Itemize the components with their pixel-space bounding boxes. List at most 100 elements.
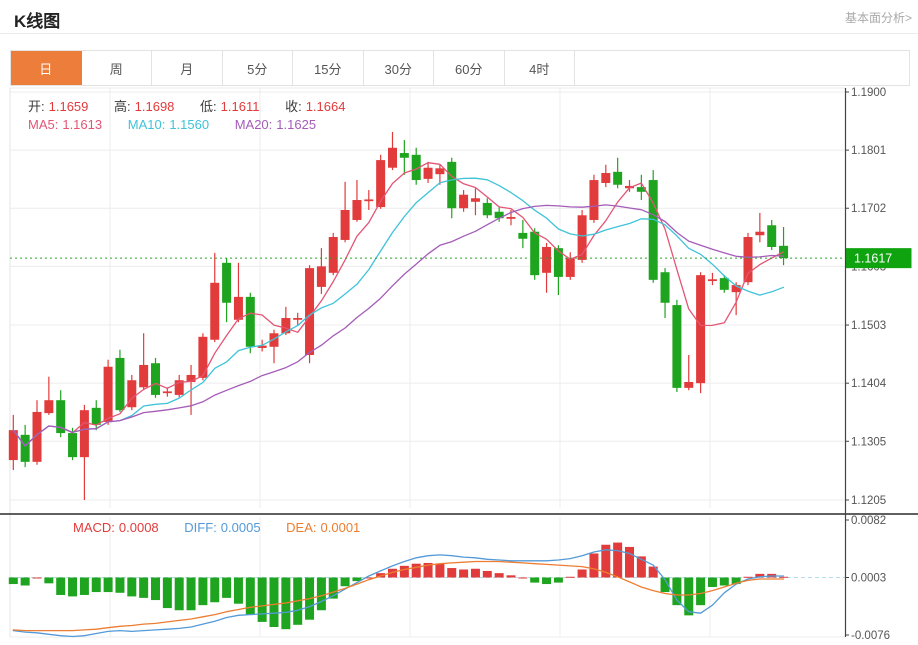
macd-bar xyxy=(412,564,421,578)
macd-bar xyxy=(459,569,468,577)
tab-周[interactable]: 周 xyxy=(82,51,153,85)
macd-bar xyxy=(625,547,634,578)
candle xyxy=(483,198,492,218)
macd-bar xyxy=(317,578,326,611)
candle-body xyxy=(447,162,456,208)
candle xyxy=(364,190,373,210)
ma5-label: MA5: xyxy=(28,117,58,132)
candle-body xyxy=(104,367,113,422)
candle xyxy=(672,300,681,392)
tab-30分[interactable]: 30分 xyxy=(364,51,435,85)
candle-body xyxy=(518,233,527,239)
candle xyxy=(613,158,622,189)
page-title: K线图 xyxy=(14,7,60,32)
candle-body xyxy=(329,237,338,273)
candle xyxy=(329,233,338,275)
candle-body xyxy=(139,365,148,387)
candle xyxy=(589,175,598,223)
tab-日[interactable]: 日 xyxy=(11,51,82,85)
candle xyxy=(341,182,350,242)
ma-legend: MA5:1.1613 MA10:1.1560 MA20:1.1625 xyxy=(28,117,320,132)
candle-body xyxy=(672,305,681,388)
candle-body xyxy=(234,297,243,320)
fundamental-analysis-link[interactable]: 基本面分析> xyxy=(845,9,912,26)
ma10-value: 1.1560 xyxy=(169,117,209,132)
tab-4时[interactable]: 4时 xyxy=(505,51,576,85)
macd-bar xyxy=(554,578,563,583)
candle xyxy=(151,358,160,398)
candle-body xyxy=(317,266,326,287)
macd-bar xyxy=(258,578,267,622)
dea-value: 0.0001 xyxy=(321,520,361,535)
ma5-value: 1.1613 xyxy=(62,117,102,132)
interval-tabbar: 日周月5分15分30分60分4时 xyxy=(10,50,910,86)
macd-bar xyxy=(589,553,598,577)
macd-bar xyxy=(684,578,693,616)
low-label: 低: xyxy=(200,99,217,114)
candle-body xyxy=(151,363,160,395)
candle xyxy=(684,355,693,390)
candle-body xyxy=(364,199,373,201)
candle-body xyxy=(601,173,610,183)
candle-body xyxy=(578,215,587,260)
candle-body xyxy=(744,237,753,282)
macd-bar xyxy=(708,578,717,587)
tab-60分[interactable]: 60分 xyxy=(434,51,505,85)
macd-bar xyxy=(210,578,219,603)
candle-body xyxy=(471,198,480,202)
macd-bar xyxy=(341,578,350,587)
macd-bar xyxy=(92,578,101,593)
candle xyxy=(400,140,409,175)
macd-bar xyxy=(187,578,196,611)
candle-body xyxy=(281,318,290,333)
macd-bar xyxy=(80,578,89,595)
candle xyxy=(518,220,527,248)
macd-value: 0.0008 xyxy=(119,520,159,535)
macd-bar xyxy=(779,577,788,578)
low-value: 1.1611 xyxy=(221,99,260,114)
candle xyxy=(270,330,279,363)
candle-body xyxy=(388,148,397,168)
candle-body xyxy=(649,180,658,280)
candle xyxy=(352,180,361,222)
tab-5分[interactable]: 5分 xyxy=(223,51,294,85)
macd-bar xyxy=(471,569,480,578)
macd-bar xyxy=(542,578,551,585)
candle-body xyxy=(435,168,444,174)
price-tick-label: 1.1702 xyxy=(851,203,886,215)
candle-body xyxy=(246,297,255,347)
candle-body xyxy=(210,283,219,340)
candle-body xyxy=(341,210,350,240)
macd-bar xyxy=(530,578,539,583)
candle-body xyxy=(767,225,776,247)
candle xyxy=(661,268,670,318)
macd-bar xyxy=(9,578,18,585)
macd-bar xyxy=(495,573,504,577)
candle xyxy=(198,333,207,380)
candle xyxy=(139,333,148,390)
macd-bar xyxy=(44,578,53,584)
tab-月[interactable]: 月 xyxy=(152,51,223,85)
candle-body xyxy=(293,318,302,320)
candle xyxy=(601,165,610,187)
macd-bar xyxy=(246,578,255,615)
tab-15分[interactable]: 15分 xyxy=(293,51,364,85)
macd-bar xyxy=(447,568,456,577)
candle xyxy=(127,375,136,410)
candle xyxy=(44,377,53,415)
candle-body xyxy=(613,172,622,185)
candle-body xyxy=(459,195,468,209)
macd-label: MACD: xyxy=(73,520,115,535)
candle xyxy=(175,375,184,397)
macd-tick-label: 0.0082 xyxy=(851,515,886,527)
candle xyxy=(388,132,397,170)
macd-bar xyxy=(720,578,729,586)
close-value: 1.1664 xyxy=(306,99,346,114)
macd-tick-label: 0.0003 xyxy=(851,573,886,585)
candle-body xyxy=(92,408,101,425)
candle-body xyxy=(68,433,77,457)
candle-body xyxy=(661,272,670,303)
macd-bar xyxy=(518,578,527,579)
price-tick-label: 1.1801 xyxy=(851,145,886,157)
macd-bar xyxy=(222,578,231,598)
